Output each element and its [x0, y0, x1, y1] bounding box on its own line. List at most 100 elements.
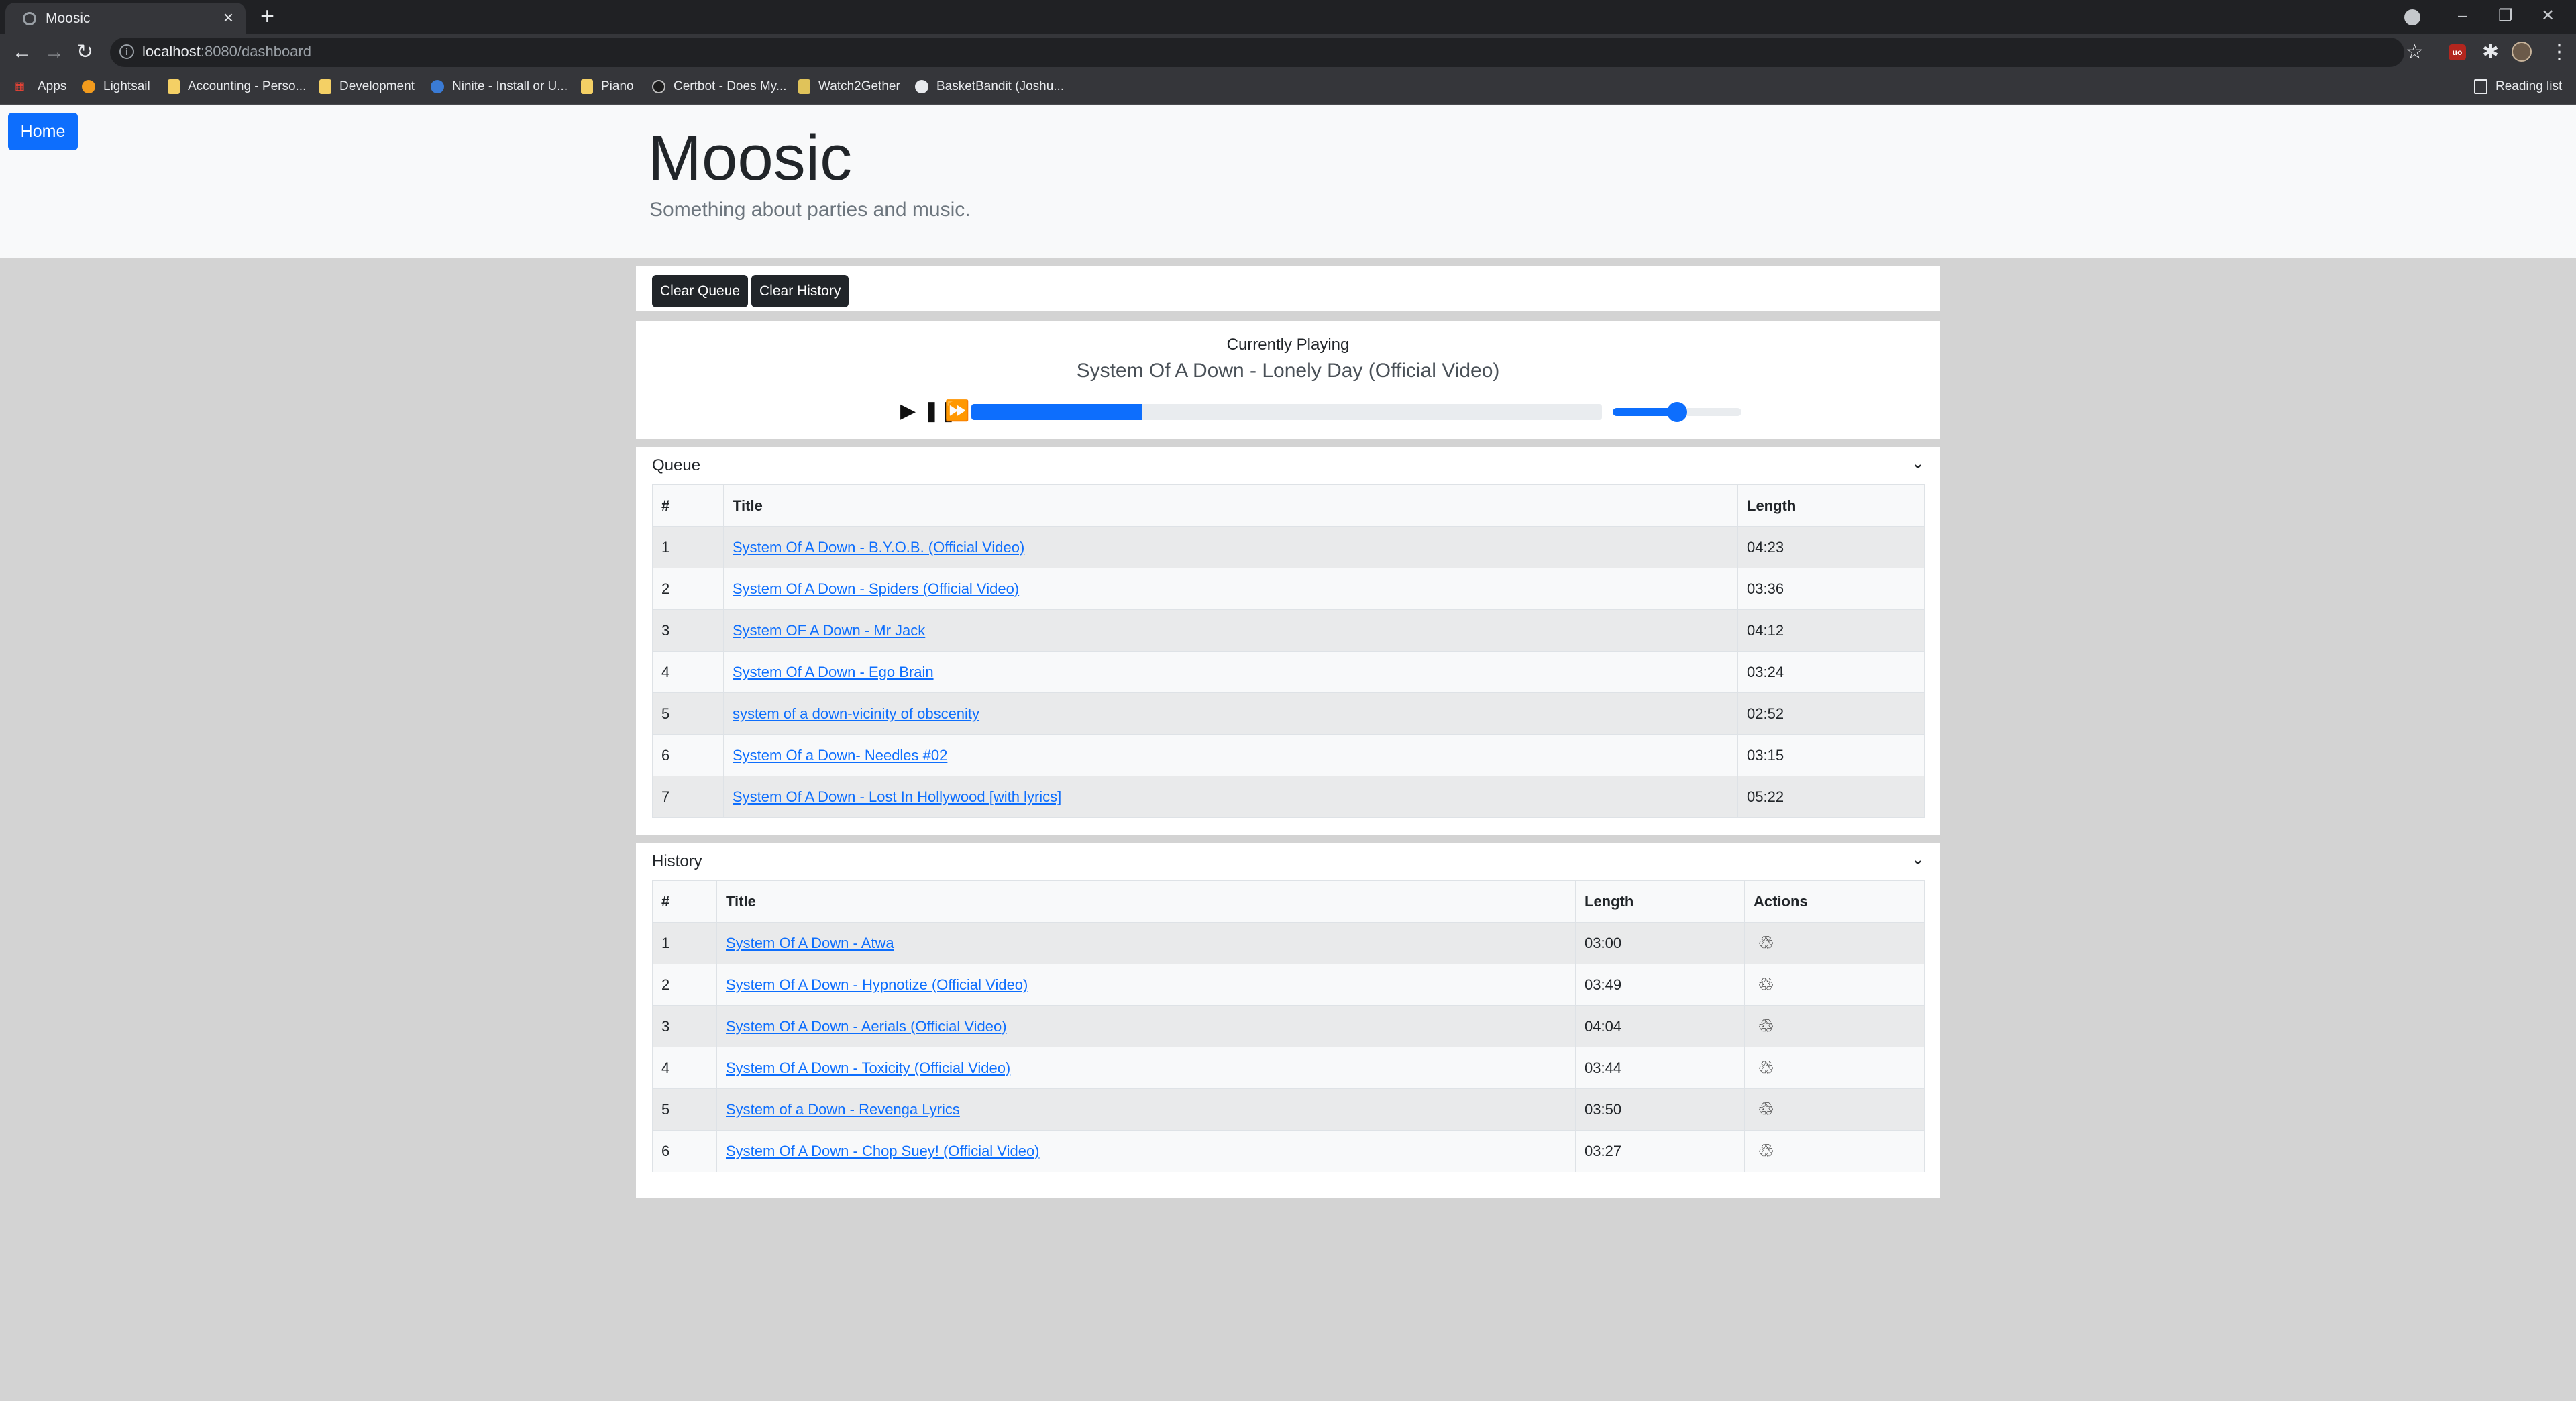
table-row: 2 System Of A Down - Hypnotize (Official …	[652, 964, 1925, 1006]
browser-menu-icon[interactable]: ⋮	[2549, 40, 2569, 64]
actions-cell: ♲	[1744, 1130, 1925, 1172]
tab-search-icon[interactable]	[2404, 9, 2420, 25]
watch2gether-icon	[798, 79, 810, 94]
new-tab-icon[interactable]: +	[260, 3, 274, 30]
bookmark-certbot[interactable]: Certbot - Does My...	[652, 79, 787, 94]
song-length: 02:52	[1737, 692, 1925, 735]
table-row: 3 System Of A Down - Aerials (Official Vi…	[652, 1005, 1925, 1047]
bookmark-piano[interactable]: Piano	[581, 79, 634, 94]
url-host: localhost	[142, 43, 201, 60]
restore-icon[interactable]: ❐	[2498, 4, 2513, 28]
song-link[interactable]: System Of A Down - Aerials (Official Vid…	[726, 1018, 1007, 1035]
queue-card: Queue ⌄ # Title Length 1 System Of A Down…	[636, 447, 1940, 835]
recycle-icon[interactable]: ♲	[1754, 1098, 1774, 1121]
row-number: 6	[652, 1130, 717, 1172]
recycle-icon[interactable]: ♲	[1754, 974, 1774, 996]
song-link[interactable]: System Of a Down- Needles #02	[733, 747, 947, 764]
song-link[interactable]: System Of A Down - Spiders (Official Vid…	[733, 580, 1019, 597]
site-info-icon[interactable]: i	[119, 44, 134, 59]
clear-queue-button[interactable]: Clear Queue	[652, 275, 749, 307]
queue-heading: Queue	[652, 456, 701, 474]
title-cell: System Of A Down - B.Y.O.B. (Official Vi…	[723, 526, 1738, 568]
queue-table: # Title Length 1 System Of A Down - B.Y.O…	[652, 484, 1925, 818]
bookmark-star-icon[interactable]: ☆	[2406, 40, 2424, 64]
reading-list[interactable]: Reading list	[2474, 79, 2562, 94]
profile-avatar[interactable]	[2512, 42, 2532, 62]
bookmark-label: Certbot - Does My...	[674, 79, 787, 93]
bookmark-development[interactable]: Development	[319, 79, 415, 94]
column-header-title: Title	[716, 880, 1576, 923]
table-row: 2 System Of A Down - Spiders (Official Vi…	[652, 568, 1925, 610]
song-link[interactable]: System Of A Down - Chop Suey! (Official …	[726, 1143, 1040, 1159]
title-cell: System Of A Down - Chop Suey! (Official …	[716, 1130, 1576, 1172]
url-path: :8080/dashboard	[200, 43, 311, 60]
progress-fill	[971, 404, 1142, 420]
title-cell: System OF A Down - Mr Jack	[723, 609, 1738, 652]
actions-cell: ♲	[1744, 922, 1925, 964]
song-link[interactable]: System Of A Down - Hypnotize (Official V…	[726, 976, 1028, 993]
chevron-down-icon[interactable]: ⌄	[1912, 851, 1924, 868]
table-row: 5 System of a Down - Revenga Lyrics 03:50 ♲	[652, 1088, 1925, 1131]
bookmark-watch2gether[interactable]: Watch2Gether	[798, 79, 900, 94]
song-link[interactable]: system of a down-vicinity of obscenity	[733, 705, 979, 722]
back-icon[interactable]: ←	[12, 42, 32, 63]
bookmark-label: Piano	[601, 79, 634, 93]
song-link[interactable]: System Of A Down - B.Y.O.B. (Official Vi…	[733, 539, 1024, 556]
folder-icon	[581, 79, 593, 94]
song-length: 04:12	[1737, 609, 1925, 652]
song-length: 03:44	[1575, 1047, 1745, 1089]
reading-list-label: Reading list	[2496, 79, 2563, 93]
tab-favicon-icon	[23, 12, 36, 25]
actions-cell: ♲	[1744, 1088, 1925, 1131]
recycle-icon[interactable]: ♲	[1754, 1057, 1774, 1079]
ninite-icon	[431, 80, 444, 93]
volume-slider[interactable]	[1613, 402, 1741, 422]
apps-grid-icon: ▦	[15, 81, 25, 92]
recycle-icon[interactable]: ♲	[1754, 1140, 1774, 1162]
song-link[interactable]: System of a Down - Revenga Lyrics	[726, 1101, 960, 1118]
history-card: History ⌄ # Title Length Actions 1 System…	[636, 843, 1940, 1198]
address-bar[interactable]	[110, 38, 2404, 67]
skip-icon[interactable]: ⏩	[945, 400, 969, 423]
row-number: 6	[652, 734, 724, 776]
song-link[interactable]: System Of A Down - Atwa	[726, 935, 894, 951]
bookmark-basketbandit[interactable]: BasketBandit (Joshu...	[915, 79, 1064, 94]
minimize-icon[interactable]: –	[2458, 4, 2467, 28]
table-row: 7 System Of A Down - Lost In Hollywood [w…	[652, 776, 1925, 818]
close-window-icon[interactable]: ✕	[2541, 4, 2555, 28]
row-number: 4	[652, 1047, 717, 1089]
row-number: 4	[652, 651, 724, 693]
column-header-actions: Actions	[1744, 880, 1925, 923]
song-link[interactable]: System Of A Down - Toxicity (Official Vi…	[726, 1059, 1010, 1076]
forward-icon[interactable]: →	[44, 42, 64, 63]
play-icon[interactable]: ▶	[900, 400, 916, 423]
song-link[interactable]: System Of A Down - Lost In Hollywood [wi…	[733, 788, 1061, 805]
tab-close-icon[interactable]: ×	[223, 8, 233, 27]
ublock-extension-icon[interactable]: uo	[2449, 44, 2466, 60]
clear-history-button[interactable]: Clear History	[751, 275, 849, 307]
song-length: 05:22	[1737, 776, 1925, 818]
reload-icon[interactable]: ↻	[76, 42, 93, 63]
recycle-icon[interactable]: ♲	[1754, 932, 1774, 954]
bookmark-accounting[interactable]: Accounting - Perso...	[168, 79, 306, 94]
title-cell: System Of A Down - Hypnotize (Official V…	[716, 964, 1576, 1006]
table-row: 5 system of a down-vicinity of obscenity 0…	[652, 692, 1925, 735]
volume-thumb[interactable]	[1667, 402, 1687, 422]
actions-cell: ♲	[1744, 964, 1925, 1006]
url-text[interactable]: localhost:8080/dashboard	[142, 43, 311, 60]
recycle-icon[interactable]: ♲	[1754, 1015, 1774, 1037]
playback-progress-bar[interactable]	[971, 404, 1602, 420]
chevron-down-icon[interactable]: ⌄	[1912, 455, 1924, 472]
browser-tab[interactable]: Moosic ×	[5, 3, 246, 34]
song-link[interactable]: System Of A Down - Ego Brain	[733, 664, 934, 680]
table-row: 1 System Of A Down - Atwa 03:00 ♲	[652, 922, 1925, 964]
bookmark-ninite[interactable]: Ninite - Install or U...	[431, 79, 568, 94]
bookmark-apps[interactable]: ▦ Apps	[15, 79, 66, 94]
extensions-puzzle-icon[interactable]: ✱	[2482, 40, 2499, 64]
bookmark-lightsail[interactable]: Lightsail	[82, 79, 150, 94]
table-header-row: # Title Length	[652, 484, 1925, 527]
home-button[interactable]: Home	[8, 113, 78, 150]
column-header-length: Length	[1575, 880, 1745, 923]
song-link[interactable]: System OF A Down - Mr Jack	[733, 622, 925, 639]
title-cell: System Of A Down - Ego Brain	[723, 651, 1738, 693]
